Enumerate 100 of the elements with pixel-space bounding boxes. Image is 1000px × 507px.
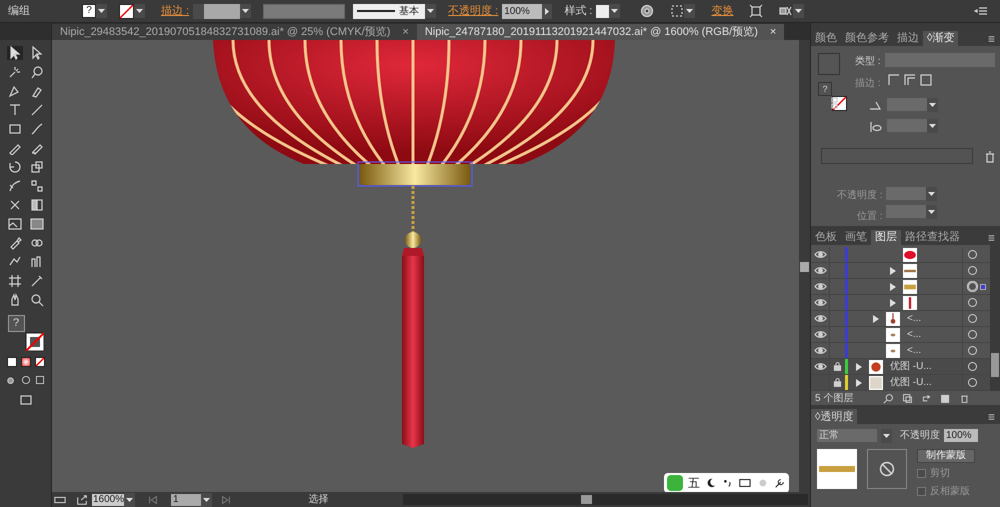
close-tab-button[interactable]: × bbox=[402, 24, 409, 40]
color-mode-button[interactable] bbox=[6, 357, 16, 367]
expand-triangle-icon[interactable] bbox=[873, 314, 879, 322]
draw-normal-icon[interactable] bbox=[6, 375, 16, 385]
stroke-link[interactable]: 描边 : bbox=[161, 2, 190, 20]
fill-swatch[interactable]: ? bbox=[8, 315, 24, 332]
gradient-swatch[interactable] bbox=[818, 53, 840, 75]
align-icon[interactable] bbox=[670, 4, 684, 18]
style-swatch[interactable] bbox=[596, 4, 610, 18]
direct-selection-tool-icon[interactable] bbox=[30, 46, 44, 60]
horizontal-scrollbar[interactable] bbox=[403, 494, 808, 505]
panel-tab[interactable]: 色板 bbox=[811, 230, 841, 245]
arrange-icon[interactable] bbox=[779, 4, 794, 18]
opacity-field[interactable]: 100% bbox=[944, 429, 978, 442]
make-mask-button[interactable]: 制作蒙版 bbox=[917, 449, 975, 463]
target-icon[interactable] bbox=[967, 297, 978, 308]
aspect-ratio-field[interactable] bbox=[887, 119, 927, 132]
slice-tool-icon[interactable] bbox=[30, 274, 44, 288]
location-field[interactable] bbox=[886, 205, 926, 218]
eye-icon[interactable] bbox=[814, 296, 826, 309]
eye-icon[interactable] bbox=[814, 280, 826, 293]
recolor-icon[interactable] bbox=[640, 4, 654, 18]
zoom-field[interactable]: 1600% bbox=[92, 494, 124, 506]
variable-width-field[interactable] bbox=[263, 4, 346, 18]
no-mask-icon[interactable] bbox=[878, 460, 896, 478]
scrollbar-thumb[interactable] bbox=[991, 353, 999, 377]
panel-tab[interactable]: ◊渐变 bbox=[923, 31, 958, 46]
make-clipping-mask-icon[interactable] bbox=[902, 392, 913, 404]
selection-tool-icon[interactable] bbox=[8, 46, 22, 60]
selection-square-icon[interactable] bbox=[980, 284, 986, 290]
stroke-swatch[interactable] bbox=[119, 4, 134, 18]
target-icon[interactable] bbox=[967, 377, 978, 388]
magic-wand-tool-icon[interactable] bbox=[8, 65, 22, 79]
screen-mode-icon[interactable] bbox=[18, 393, 32, 407]
draw-behind-icon[interactable] bbox=[20, 375, 30, 385]
mesh-tool-icon[interactable] bbox=[8, 217, 22, 231]
last-page-icon[interactable] bbox=[220, 494, 232, 506]
target-icon[interactable] bbox=[967, 265, 978, 276]
eye-icon[interactable] bbox=[814, 264, 826, 277]
share-icon[interactable] bbox=[76, 494, 88, 506]
eye-icon[interactable] bbox=[814, 328, 826, 341]
opacity-field[interactable]: 100% bbox=[502, 4, 542, 18]
scrollbar-thumb[interactable] bbox=[800, 262, 809, 272]
document-tab[interactable]: Nipic_29483542_20190705184832731089.ai* @ 25% (CMYK/预览) × bbox=[52, 24, 417, 40]
panel-tab[interactable]: 颜色参考 bbox=[841, 31, 893, 46]
gradient-tool-icon[interactable] bbox=[30, 217, 44, 231]
target-icon[interactable] bbox=[967, 281, 978, 292]
checkbox[interactable] bbox=[917, 469, 926, 478]
panel-tab[interactable]: 画笔 bbox=[841, 230, 871, 245]
lock-icon[interactable] bbox=[832, 377, 843, 388]
stroke-swatch[interactable] bbox=[24, 332, 44, 351]
target-icon[interactable] bbox=[967, 249, 978, 260]
delete-stop-icon[interactable] bbox=[983, 150, 997, 164]
free-transform-tool-icon[interactable] bbox=[30, 179, 44, 193]
transform-link[interactable]: 变换 bbox=[711, 2, 734, 20]
new-layer-icon[interactable] bbox=[940, 392, 951, 404]
create-sublayer-icon[interactable] bbox=[921, 392, 932, 404]
isolate-icon[interactable] bbox=[749, 4, 764, 18]
perspective-tool-icon[interactable] bbox=[30, 198, 44, 212]
none-mode-button[interactable] bbox=[34, 357, 44, 367]
zoom-tool-icon[interactable] bbox=[30, 293, 44, 307]
target-icon[interactable] bbox=[967, 329, 978, 340]
opacity-link[interactable]: 不透明度 : bbox=[448, 2, 498, 20]
stroke-within-icon[interactable] bbox=[887, 73, 901, 87]
stroke-weight-field[interactable] bbox=[204, 4, 240, 18]
wrench-icon[interactable] bbox=[774, 477, 786, 489]
line-tool-icon[interactable] bbox=[30, 103, 44, 117]
gradient-mode-button[interactable] bbox=[20, 357, 30, 367]
stroke-along-icon[interactable] bbox=[903, 73, 917, 87]
aspect-ratio-icon[interactable] bbox=[868, 120, 882, 134]
eye-icon[interactable] bbox=[814, 248, 826, 261]
brush-tool-icon[interactable] bbox=[30, 122, 44, 136]
target-icon[interactable] bbox=[967, 361, 978, 372]
layer-name[interactable]: <... bbox=[907, 311, 922, 326]
stroke-across-icon[interactable] bbox=[919, 73, 933, 87]
checkbox[interactable] bbox=[917, 487, 926, 496]
artboard-tool-icon[interactable] bbox=[8, 274, 22, 288]
moon-icon[interactable] bbox=[704, 477, 717, 489]
panel-tab[interactable]: 颜色 bbox=[811, 31, 841, 46]
panel-tab[interactable]: 图层 bbox=[871, 230, 901, 245]
close-tab-button[interactable]: × bbox=[770, 24, 776, 40]
punctuation-icon[interactable] bbox=[722, 477, 734, 489]
artboard-field[interactable]: 1 bbox=[171, 494, 201, 506]
eye-icon[interactable] bbox=[814, 312, 826, 325]
shape-builder-tool-icon[interactable] bbox=[8, 198, 22, 212]
first-page-icon[interactable] bbox=[147, 494, 159, 506]
blend-mode-field[interactable]: 正常 bbox=[817, 429, 877, 442]
input-mode-toggle[interactable]: 五 bbox=[688, 474, 700, 492]
eyedropper-tool-icon[interactable] bbox=[8, 236, 22, 250]
scale-tool-icon[interactable] bbox=[30, 160, 44, 174]
stroke-style-field[interactable]: 基本 bbox=[353, 4, 426, 18]
layer-name[interactable]: <... bbox=[907, 343, 922, 358]
rectangle-tool-icon[interactable] bbox=[8, 122, 22, 136]
layer-name[interactable]: <... bbox=[907, 327, 922, 342]
keyboard-icon[interactable] bbox=[738, 477, 752, 489]
target-icon[interactable] bbox=[967, 313, 978, 324]
panel-tab[interactable]: 路径查找器 bbox=[901, 230, 964, 245]
type-tool-icon[interactable] bbox=[8, 103, 22, 117]
eye-icon[interactable] bbox=[814, 360, 826, 373]
target-icon[interactable] bbox=[967, 345, 978, 356]
